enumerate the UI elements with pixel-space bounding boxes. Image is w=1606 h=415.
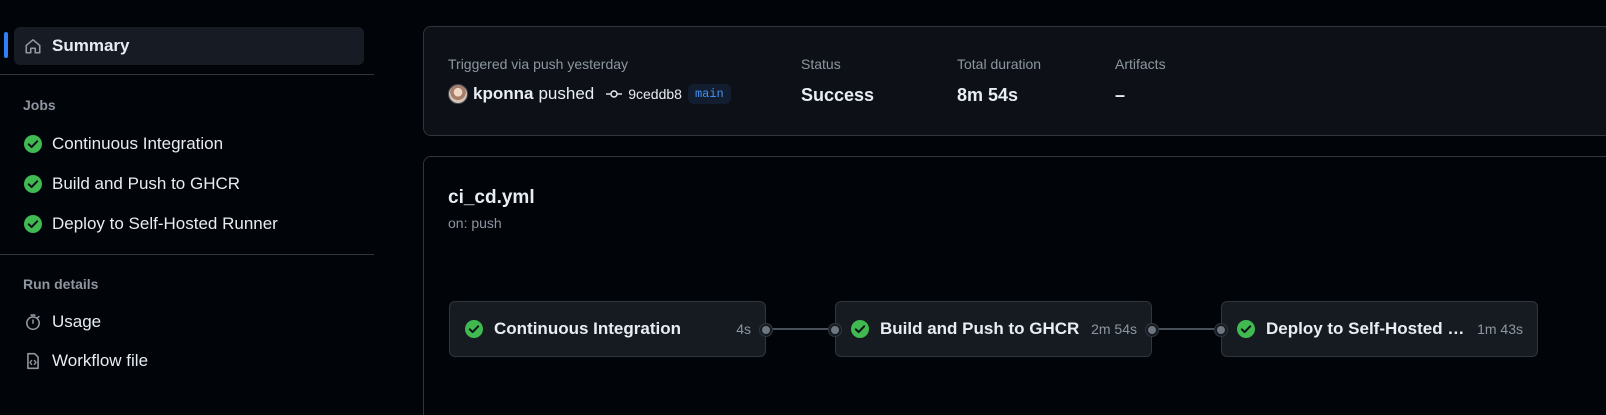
check-circle-icon xyxy=(850,319,870,339)
job-input-port xyxy=(829,324,841,336)
job-duration: 2m 54s xyxy=(1091,321,1137,337)
job-connector xyxy=(766,328,836,330)
job-name: Deploy to Self-Hosted R... xyxy=(1266,319,1470,338)
run-details-heading: Run details xyxy=(23,276,99,292)
workflow-trigger: on: push xyxy=(448,215,502,231)
workflow-graph-card: ci_cd.yml on: push Continuous Integratio… xyxy=(423,156,1606,415)
check-circle-icon xyxy=(23,174,43,194)
username-link[interactable]: kponna xyxy=(473,84,533,104)
job-name: Continuous Integration xyxy=(494,319,681,338)
job-input-port xyxy=(1215,324,1227,336)
stopwatch-icon xyxy=(23,312,43,332)
job-node-deploy[interactable]: Deploy to Self-Hosted R... 1m 43s xyxy=(1215,301,1538,357)
job-node-ci[interactable]: Continuous Integration 4s xyxy=(449,301,772,357)
job-name: Build and Push to GHCR xyxy=(880,319,1080,338)
divider xyxy=(0,254,374,255)
check-circle-icon xyxy=(23,134,43,154)
branch-badge[interactable]: main xyxy=(687,84,731,104)
check-circle-icon xyxy=(1236,319,1256,339)
sidebar-item-job-build[interactable]: Build and Push to GHCR xyxy=(14,165,364,203)
sidebar-item-label: Continuous Integration xyxy=(52,134,224,153)
workflow-run-page: Summary Jobs Continuous Integration Buil… xyxy=(0,0,1606,415)
divider xyxy=(0,74,374,75)
git-commit-icon xyxy=(606,89,623,99)
push-info: kponna pushed 9ceddb8 main xyxy=(448,84,731,104)
artifacts-value: – xyxy=(1115,85,1126,105)
sidebar-item-label: Summary xyxy=(52,36,130,55)
home-icon xyxy=(23,36,43,56)
sidebar-item-label: Build and Push to GHCR xyxy=(52,174,241,193)
active-indicator xyxy=(4,32,8,58)
trigger-label: Triggered via push yesterday xyxy=(448,56,629,72)
sidebar-item-usage[interactable]: Usage xyxy=(14,303,364,341)
job-duration: 4s xyxy=(736,321,751,337)
sidebar-item-job-deploy[interactable]: Deploy to Self-Hosted Runner xyxy=(14,205,364,243)
status-value: Success xyxy=(801,85,875,105)
check-circle-icon xyxy=(23,214,43,234)
status-label: Status xyxy=(801,56,841,72)
sidebar-item-label: Workflow file xyxy=(52,351,149,370)
run-summary-card: Triggered via push yesterday kponna push… xyxy=(423,26,1606,136)
jobs-heading: Jobs xyxy=(23,97,56,113)
push-action: pushed xyxy=(538,84,595,103)
duration-value: 8m 54s xyxy=(957,85,1019,105)
sidebar-item-label: Usage xyxy=(52,312,102,331)
file-code-icon xyxy=(23,351,43,371)
check-circle-icon xyxy=(464,319,484,339)
avatar[interactable] xyxy=(448,84,468,104)
sidebar-item-summary[interactable]: Summary xyxy=(14,27,364,65)
sidebar-item-label: Deploy to Self-Hosted Runner xyxy=(52,214,278,233)
job-connector xyxy=(1152,328,1222,330)
sidebar-item-workflow-file[interactable]: Workflow file xyxy=(14,342,364,380)
job-node-build[interactable]: Build and Push to GHCR 2m 54s xyxy=(829,301,1158,357)
job-output-port xyxy=(1146,324,1158,336)
job-output-port xyxy=(760,324,772,336)
workflow-file-title: ci_cd.yml xyxy=(448,187,535,208)
sidebar: Summary Jobs Continuous Integration Buil… xyxy=(0,0,384,415)
commit-sha-link[interactable]: 9ceddb8 xyxy=(628,86,682,102)
artifacts-label: Artifacts xyxy=(1115,56,1166,72)
sidebar-item-job-ci[interactable]: Continuous Integration xyxy=(14,125,364,163)
job-duration: 1m 43s xyxy=(1477,321,1523,337)
duration-label: Total duration xyxy=(957,56,1042,72)
